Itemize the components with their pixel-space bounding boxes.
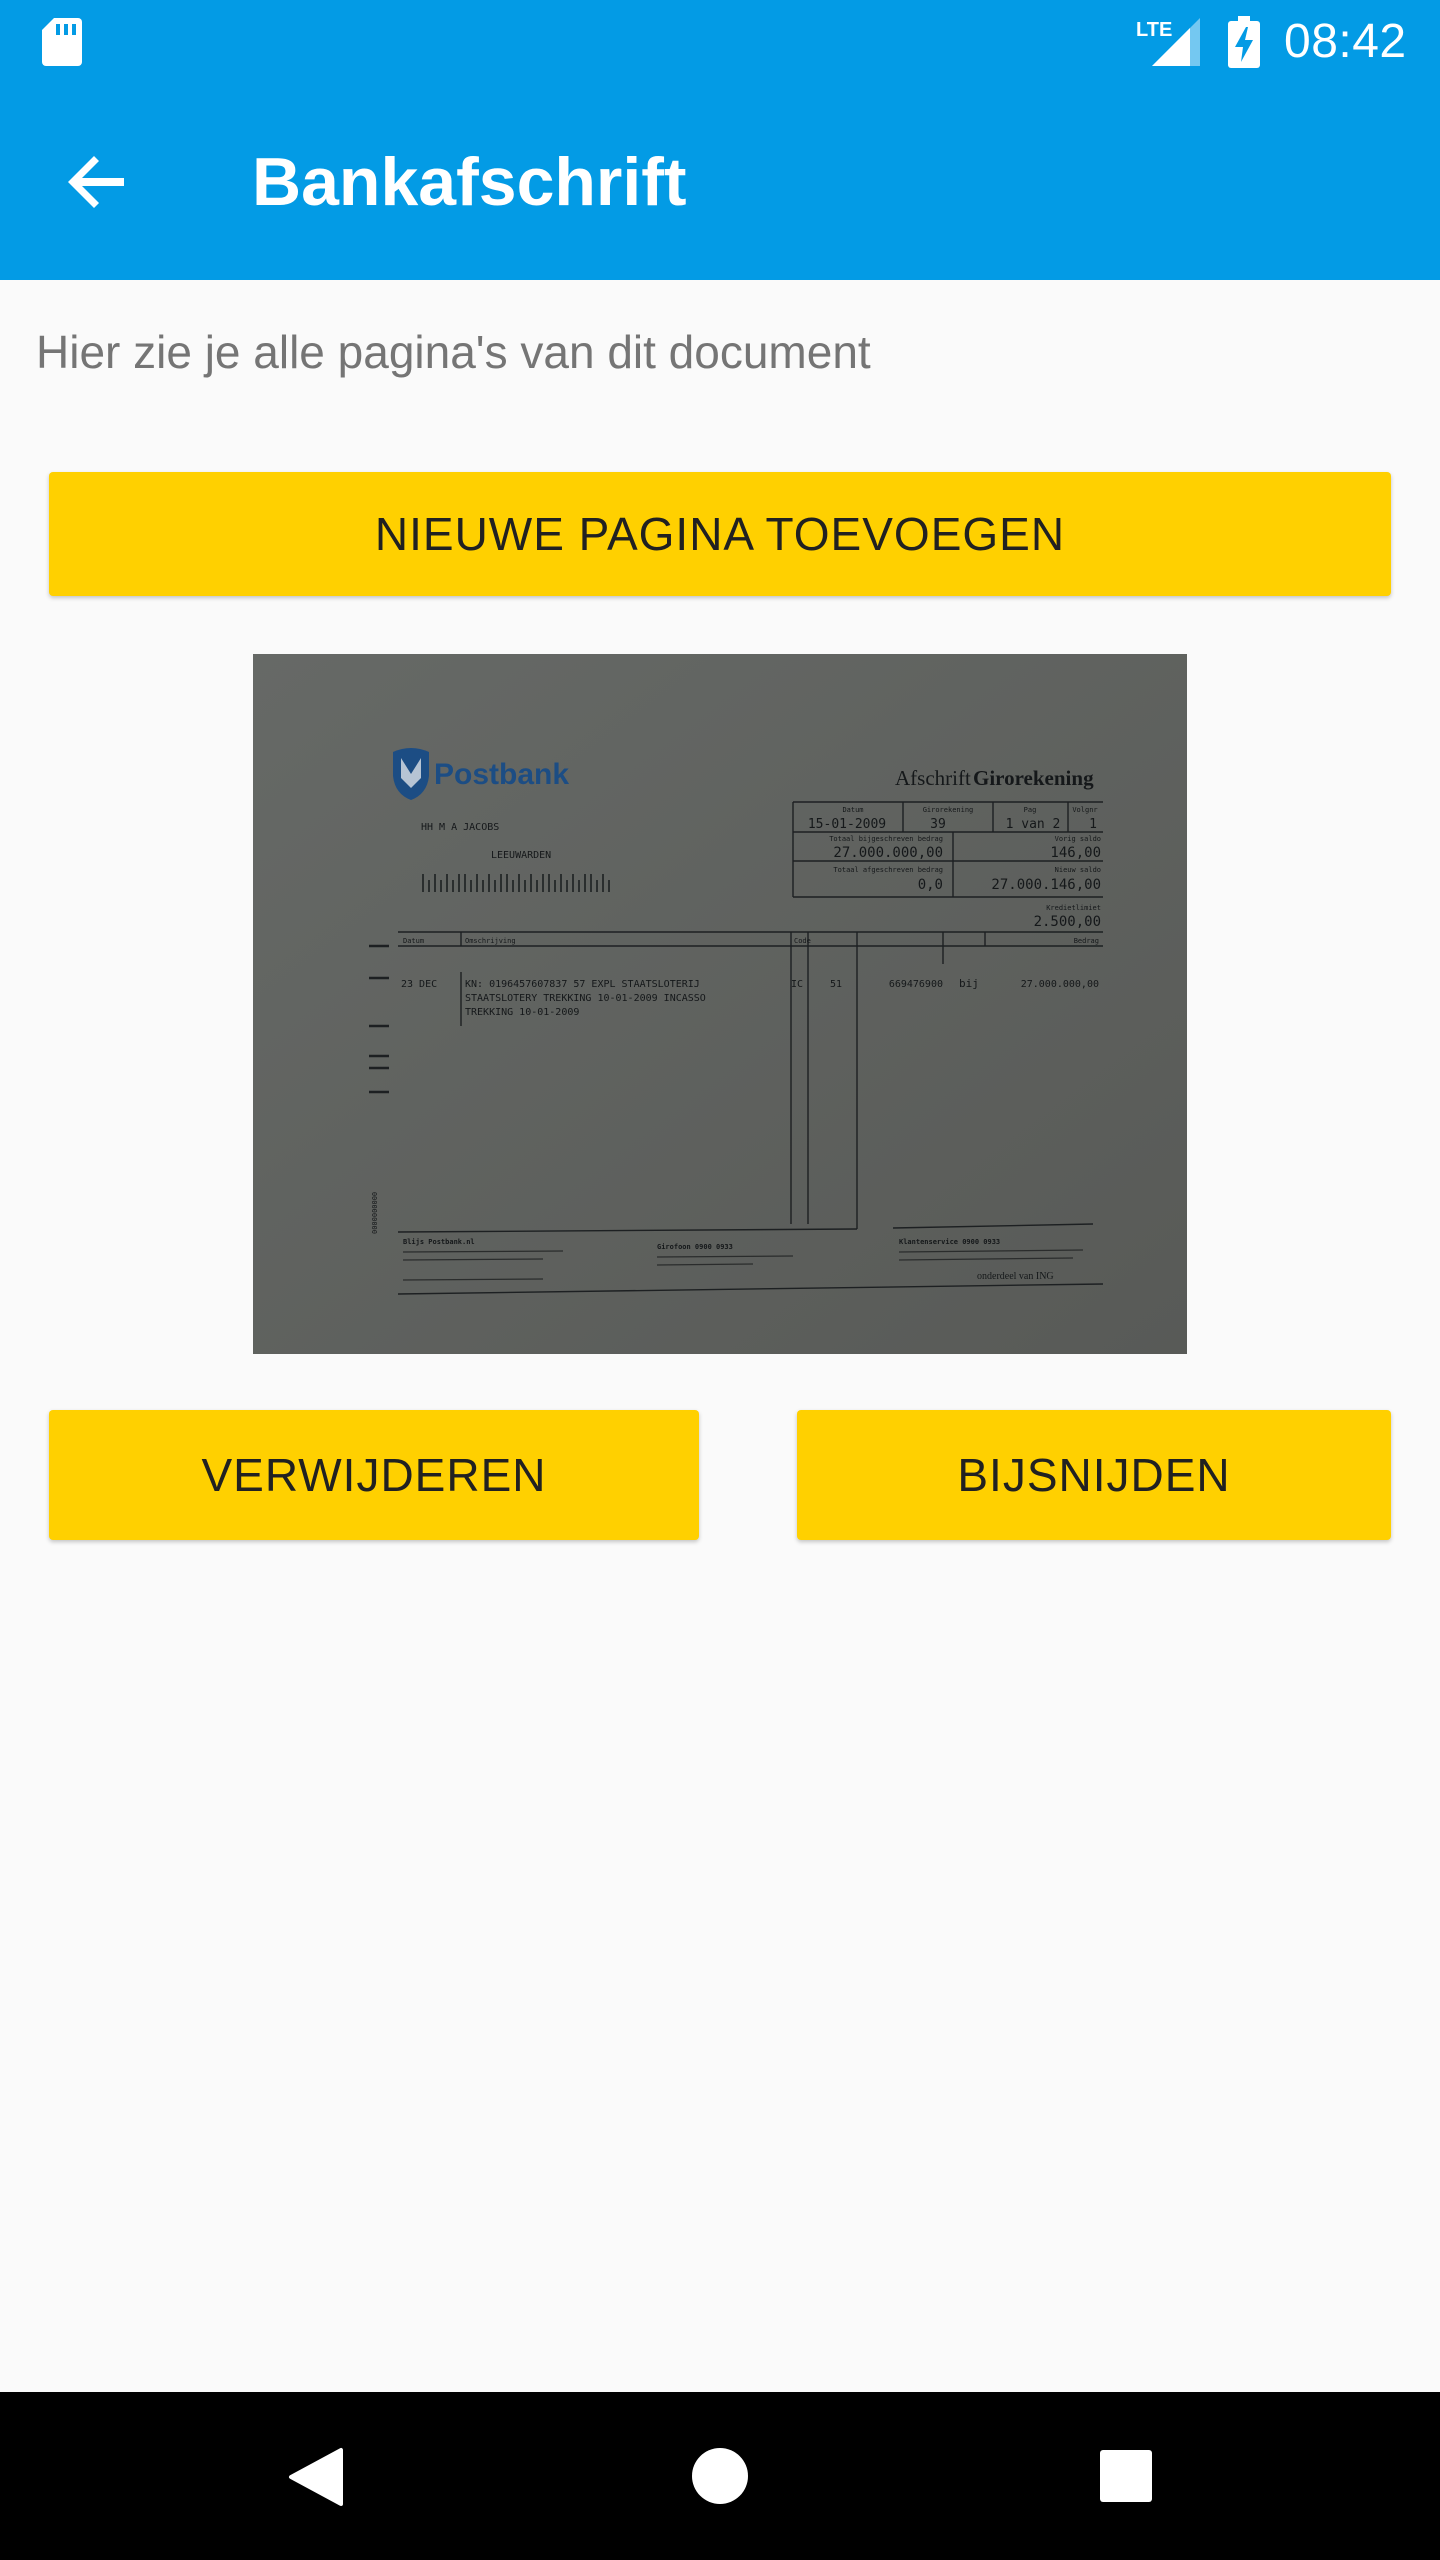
status-bar: LTE 08:42 [0,0,1440,84]
lte-signal-icon: LTE [1134,14,1200,70]
svg-text:669476900: 669476900 [889,979,943,990]
svg-text:39: 39 [930,817,946,832]
svg-text:Bedrag: Bedrag [1074,937,1099,945]
arrow-back-icon [66,150,130,219]
svg-text:onderdeel van ING: onderdeel van ING [977,1271,1054,1282]
svg-text:Girorekening: Girorekening [923,806,974,814]
svg-text:Kredietlimiet: Kredietlimiet [1046,904,1101,912]
svg-text:TREKKING 10-01-2009: TREKKING 10-01-2009 [465,1007,579,1018]
svg-text:Totaal bijgeschreven bedrag: Totaal bijgeschreven bedrag [829,835,943,843]
svg-text:27.000.146,00: 27.000.146,00 [991,877,1101,893]
svg-text:Datum: Datum [403,937,424,945]
nav-back-icon [266,2448,366,2530]
system-navigation-bar [0,2392,1440,2560]
svg-text:LEEUWARDEN: LEEUWARDEN [491,850,551,861]
nav-home-icon [670,2448,770,2530]
battery-charging-icon [1226,14,1262,70]
svg-text:27.000.000,00: 27.000.000,00 [1021,979,1099,990]
scanned-bank-statement: Postbank Afschrift Girorekening Datum Gi… [253,654,1187,1354]
app-bar: Bankafschrift [0,84,1440,280]
svg-text:bij: bij [959,977,979,990]
svg-text:Datum: Datum [842,806,863,814]
nav-recents-button[interactable] [1076,2426,1176,2526]
svg-text:2.500,00: 2.500,00 [1034,914,1101,930]
svg-text:Pag: Pag [1024,806,1037,814]
svg-text:15-01-2009: 15-01-2009 [808,817,886,832]
main-content: Hier zie je alle pagina's van dit docume… [0,280,1440,2392]
nav-home-button[interactable] [670,2426,770,2526]
svg-text:Klantenservice 0900 0933: Klantenservice 0900 0933 [899,1238,1000,1246]
svg-text:1: 1 [1089,817,1097,832]
svg-text:0,0: 0,0 [918,877,943,893]
svg-text:LTE: LTE [1136,19,1172,41]
svg-text:STAATSLOTERY TREKKING 10-01-20: STAATSLOTERY TREKKING 10-01-2009 INCASSO [465,993,706,1004]
svg-text:Girorekening: Girorekening [973,766,1094,790]
svg-text:Omschrijving: Omschrijving [465,937,516,945]
page-title: Bankafschrift [252,144,687,220]
nav-back-button[interactable] [266,2426,366,2526]
status-clock: 08:42 [1284,15,1407,68]
svg-text:Code: Code [794,937,811,945]
document-page-thumbnail[interactable]: Postbank Afschrift Girorekening Datum Gi… [253,654,1187,1354]
svg-text:27.000.000,00: 27.000.000,00 [833,845,943,861]
svg-text:Volgnr: Volgnr [1072,806,1097,814]
svg-text:23 DEC: 23 DEC [401,979,437,990]
delete-button[interactable]: VERWIJDEREN [49,1410,699,1540]
svg-text:1 van 2: 1 van 2 [1006,817,1061,832]
svg-text:0000000000: 0000000000 [371,1192,379,1234]
svg-text:Afschrift: Afschrift [895,766,971,790]
add-page-button[interactable]: NIEUWE PAGINA TOEVOEGEN [49,472,1391,596]
svg-text:KN: 0196457607837 57 EXPL STAA: KN: 0196457607837 57 EXPL STAATSLOTERIJ [465,979,700,990]
svg-text:51: 51 [830,979,842,990]
crop-button[interactable]: BIJSNIJDEN [797,1410,1391,1540]
sd-card-icon [40,16,84,68]
svg-text:HH M A JACOBS: HH M A JACOBS [421,822,499,833]
svg-text:Nieuw saldo: Nieuw saldo [1055,866,1101,874]
svg-text:Postbank: Postbank [434,758,569,791]
svg-text:Vorig saldo: Vorig saldo [1055,835,1101,843]
svg-text:Girofoon 0900 0933: Girofoon 0900 0933 [657,1243,733,1251]
page-subtitle: Hier zie je alle pagina's van dit docume… [36,326,871,378]
svg-text:Totaal afgeschreven bedrag: Totaal afgeschreven bedrag [833,866,943,874]
svg-text:IC: IC [791,979,803,990]
svg-text:146,00: 146,00 [1050,845,1101,861]
nav-recents-icon [1076,2450,1176,2530]
back-button[interactable] [48,134,148,234]
svg-text:Blijs Postbank.nl: Blijs Postbank.nl [403,1238,475,1246]
